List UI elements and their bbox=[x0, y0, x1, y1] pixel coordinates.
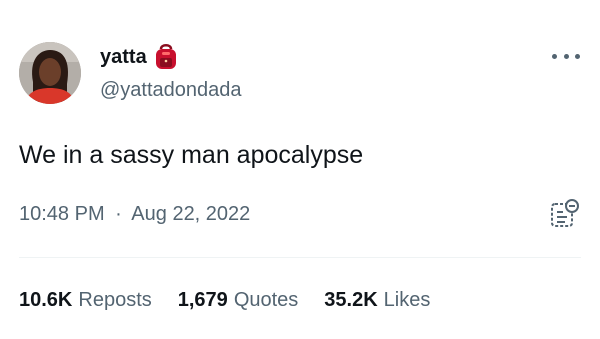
reposts-stat[interactable]: 10.6K Reposts bbox=[19, 286, 152, 314]
quotes-count: 1,679 bbox=[177, 289, 228, 311]
user-handle[interactable]: @yattadondada bbox=[100, 78, 242, 102]
avatar[interactable] bbox=[19, 42, 81, 104]
view-analytics-icon[interactable] bbox=[548, 198, 580, 230]
more-horizontal-icon-dot bbox=[575, 53, 580, 59]
red-backpack-emoji-icon bbox=[153, 43, 179, 71]
quotes-label: Quotes bbox=[233, 289, 299, 311]
tweet-timestamp[interactable]: 10:48 PM · Aug 22, 2022 bbox=[19, 200, 250, 228]
reposts-label: Reposts bbox=[78, 289, 152, 311]
tweet-date: Aug 22, 2022 bbox=[131, 203, 251, 225]
timestamp-separator: · bbox=[115, 203, 122, 225]
engagement-stats: 10.6K Reposts 1,679 Quotes 35.2K Likes bbox=[19, 286, 456, 314]
more-options-button[interactable] bbox=[552, 50, 580, 62]
name-row: yatta bbox=[100, 42, 179, 72]
likes-count: 35.2K bbox=[324, 289, 378, 311]
likes-label: Likes bbox=[383, 289, 431, 311]
display-name[interactable]: yatta bbox=[100, 44, 147, 70]
tweet-time: 10:48 PM bbox=[19, 203, 105, 225]
reposts-count: 10.6K bbox=[19, 289, 73, 311]
avatar-image bbox=[19, 42, 81, 104]
quotes-stat[interactable]: 1,679 Quotes bbox=[178, 286, 299, 314]
more-horizontal-icon-dot bbox=[563, 53, 569, 59]
more-horizontal-icon-dot bbox=[552, 53, 557, 59]
divider bbox=[19, 257, 581, 258]
tweet-card: yatta @yattadondada We in a sassy man ap… bbox=[0, 0, 600, 339]
tweet-text: We in a sassy man apocalypse bbox=[19, 141, 364, 169]
likes-stat[interactable]: 35.2K Likes bbox=[324, 286, 430, 314]
